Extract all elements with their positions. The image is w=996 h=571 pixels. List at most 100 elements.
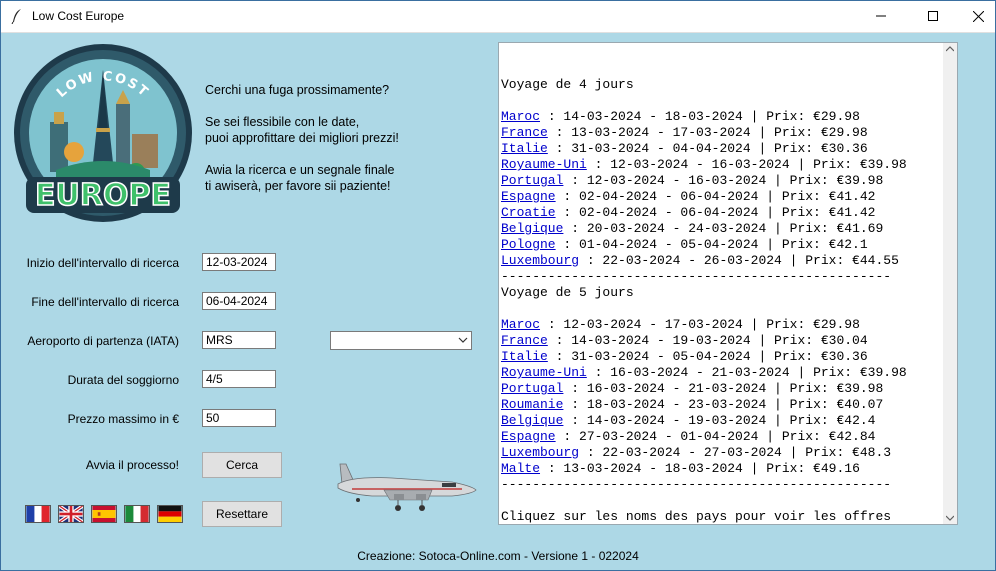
- scroll-down-icon[interactable]: [946, 515, 954, 521]
- close-button[interactable]: [955, 0, 996, 32]
- airport-input[interactable]: [202, 331, 276, 349]
- country-link[interactable]: Italie: [501, 349, 548, 364]
- intro-line: Awia la ricerca e un segnale finale: [205, 163, 395, 177]
- intro-text: Cerchi una fuga prossimamente? Se sei fl…: [205, 82, 399, 210]
- country-link[interactable]: Espagne: [501, 429, 556, 444]
- country-link[interactable]: Croatie: [501, 205, 556, 220]
- result-row: Belgique : 14-03-2024 - 19-03-2024 | Pri…: [501, 413, 957, 429]
- country-link[interactable]: Maroc: [501, 109, 540, 124]
- result-text-line: [501, 493, 957, 509]
- result-details: : 22-03-2024 - 27-03-2024 | Prix: €48.3: [579, 445, 892, 460]
- country-link[interactable]: France: [501, 333, 548, 348]
- result-details: : 12-03-2024 - 16-03-2024 | Prix: €39.98: [563, 173, 884, 188]
- result-details: : 02-04-2024 - 06-04-2024 | Prix: €41.42: [555, 205, 876, 220]
- intro-line: Se sei flessibile con le date,: [205, 115, 360, 129]
- chevron-down-icon: [458, 337, 468, 343]
- results-list: Voyage de 4 jours Maroc : 14-03-2024 - 18…: [501, 77, 957, 524]
- result-details: : 13-03-2024 - 18-03-2024 | Prix: €49.16: [540, 461, 860, 476]
- country-link[interactable]: Portugal: [501, 381, 563, 396]
- result-details: : 27-03-2024 - 01-04-2024 | Prix: €42.84: [555, 429, 876, 444]
- result-row: Portugal : 16-03-2024 - 21-03-2024 | Pri…: [501, 381, 957, 397]
- country-link[interactable]: Luxembourg: [501, 445, 579, 460]
- country-link[interactable]: Pologne: [501, 237, 556, 252]
- result-row: Italie : 31-03-2024 - 04-04-2024 | Prix:…: [501, 141, 957, 157]
- result-row: Italie : 31-03-2024 - 05-04-2024 | Prix:…: [501, 349, 957, 365]
- country-link[interactable]: Portugal: [501, 173, 563, 188]
- title-bar: Low Cost Europe: [0, 0, 996, 33]
- result-details: Voyage de 4 jours: [501, 77, 634, 92]
- max-price-input[interactable]: [202, 409, 276, 427]
- result-details: Cliquez sur les noms des pays pour voir …: [501, 509, 892, 524]
- result-details: : 20-03-2024 - 24-03-2024 | Prix: €41.69: [563, 221, 884, 236]
- result-row: Roumanie : 18-03-2024 - 23-03-2024 | Pri…: [501, 397, 957, 413]
- result-details: : 12-03-2024 - 17-03-2024 | Prix: €29.98: [540, 317, 860, 332]
- result-text-line: [501, 301, 957, 317]
- country-link[interactable]: Maroc: [501, 317, 540, 332]
- result-details: : 01-04-2024 - 05-04-2024 | Prix: €42.1: [555, 237, 868, 252]
- result-details: : 12-03-2024 - 16-03-2024 | Prix: €39.98: [586, 157, 907, 172]
- result-text-line: [501, 93, 957, 109]
- result-details: ----------------------------------------…: [501, 269, 892, 284]
- country-link[interactable]: Belgique: [501, 413, 563, 428]
- end-date-label: Fine dell'intervallo di ricerca: [31, 295, 179, 309]
- feather-icon: [11, 9, 21, 24]
- country-link[interactable]: Malte: [501, 461, 540, 476]
- results-text-area[interactable]: Voyage de 4 jours Maroc : 14-03-2024 - 18…: [498, 42, 958, 525]
- window-title: Low Cost Europe: [32, 9, 125, 23]
- country-link[interactable]: Luxembourg: [501, 253, 579, 268]
- duration-label: Durata del soggiorno: [67, 373, 179, 387]
- maximize-button[interactable]: [910, 0, 956, 32]
- country-link[interactable]: Royaume-Uni: [501, 157, 587, 172]
- result-details: : 31-03-2024 - 04-04-2024 | Prix: €30.36: [547, 141, 868, 156]
- result-details: : 18-03-2024 - 23-03-2024 | Prix: €40.07: [563, 397, 884, 412]
- country-link[interactable]: Italie: [501, 141, 548, 156]
- result-row: Royaume-Uni : 16-03-2024 - 21-03-2024 | …: [501, 365, 957, 381]
- start-date-label: Inizio dell'intervallo di ricerca: [26, 256, 179, 270]
- country-link[interactable]: France: [501, 125, 548, 140]
- country-link[interactable]: Royaume-Uni: [501, 365, 587, 380]
- result-row: Espagne : 02-04-2024 - 06-04-2024 | Prix…: [501, 189, 957, 205]
- search-button[interactable]: Cerca: [202, 452, 282, 478]
- result-row: Luxembourg : 22-03-2024 - 26-03-2024 | P…: [501, 253, 957, 269]
- result-details: Voyage de 5 jours: [501, 285, 634, 300]
- flag-italy-icon[interactable]: [124, 505, 150, 523]
- flag-spain-icon[interactable]: [91, 505, 117, 523]
- result-details: : 14-03-2024 - 19-03-2024 | Prix: €42.4: [563, 413, 876, 428]
- result-text-line: Voyage de 4 jours: [501, 77, 957, 93]
- result-text-line: Cliquez sur les noms des pays pour voir …: [501, 509, 957, 524]
- scroll-up-icon[interactable]: [946, 46, 954, 52]
- result-row: Maroc : 12-03-2024 - 17-03-2024 | Prix: …: [501, 317, 957, 333]
- result-text-line: Voyage de 5 jours: [501, 285, 957, 301]
- result-row: Belgique : 20-03-2024 - 24-03-2024 | Pri…: [501, 221, 957, 237]
- result-row: Royaume-Uni : 12-03-2024 - 16-03-2024 | …: [501, 157, 957, 173]
- result-row: Croatie : 02-04-2024 - 06-04-2024 | Prix…: [501, 205, 957, 221]
- result-row: Maroc : 14-03-2024 - 18-03-2024 | Prix: …: [501, 109, 957, 125]
- minimize-button[interactable]: [858, 0, 904, 32]
- minimize-icon: [876, 15, 886, 17]
- flag-france-icon[interactable]: [25, 505, 51, 523]
- result-details: : 22-03-2024 - 26-03-2024 | Prix: €44.55: [579, 253, 899, 268]
- low-cost-europe-logo: LOW COST EUROPE: [14, 44, 192, 222]
- scrollbar[interactable]: [943, 43, 957, 524]
- country-link[interactable]: Espagne: [501, 189, 556, 204]
- result-details: : 13-03-2024 - 17-03-2024 | Prix: €29.98: [547, 125, 868, 140]
- airport-select[interactable]: [330, 331, 472, 350]
- result-details: ----------------------------------------…: [501, 477, 892, 492]
- flag-uk-icon[interactable]: [58, 505, 84, 523]
- result-row: Pologne : 01-04-2024 - 05-04-2024 | Prix…: [501, 237, 957, 253]
- country-link[interactable]: Roumanie: [501, 397, 563, 412]
- maximize-icon: [928, 11, 938, 21]
- result-row: France : 14-03-2024 - 19-03-2024 | Prix:…: [501, 333, 957, 349]
- result-details: : 14-03-2024 - 18-03-2024 | Prix: €29.98: [540, 109, 860, 124]
- end-date-input[interactable]: [202, 292, 276, 310]
- flag-germany-icon[interactable]: [157, 505, 183, 523]
- reset-button[interactable]: Resettare: [202, 501, 282, 527]
- start-date-input[interactable]: [202, 253, 276, 271]
- country-link[interactable]: Belgique: [501, 221, 563, 236]
- result-details: : 14-03-2024 - 19-03-2024 | Prix: €30.04: [547, 333, 868, 348]
- result-row: France : 13-03-2024 - 17-03-2024 | Prix:…: [501, 125, 957, 141]
- duration-input[interactable]: [202, 370, 276, 388]
- airplane-image: [337, 463, 477, 511]
- intro-line: puoi approfittare dei migliori prezzi!: [205, 131, 399, 145]
- logo-main-text: EUROPE: [35, 178, 171, 213]
